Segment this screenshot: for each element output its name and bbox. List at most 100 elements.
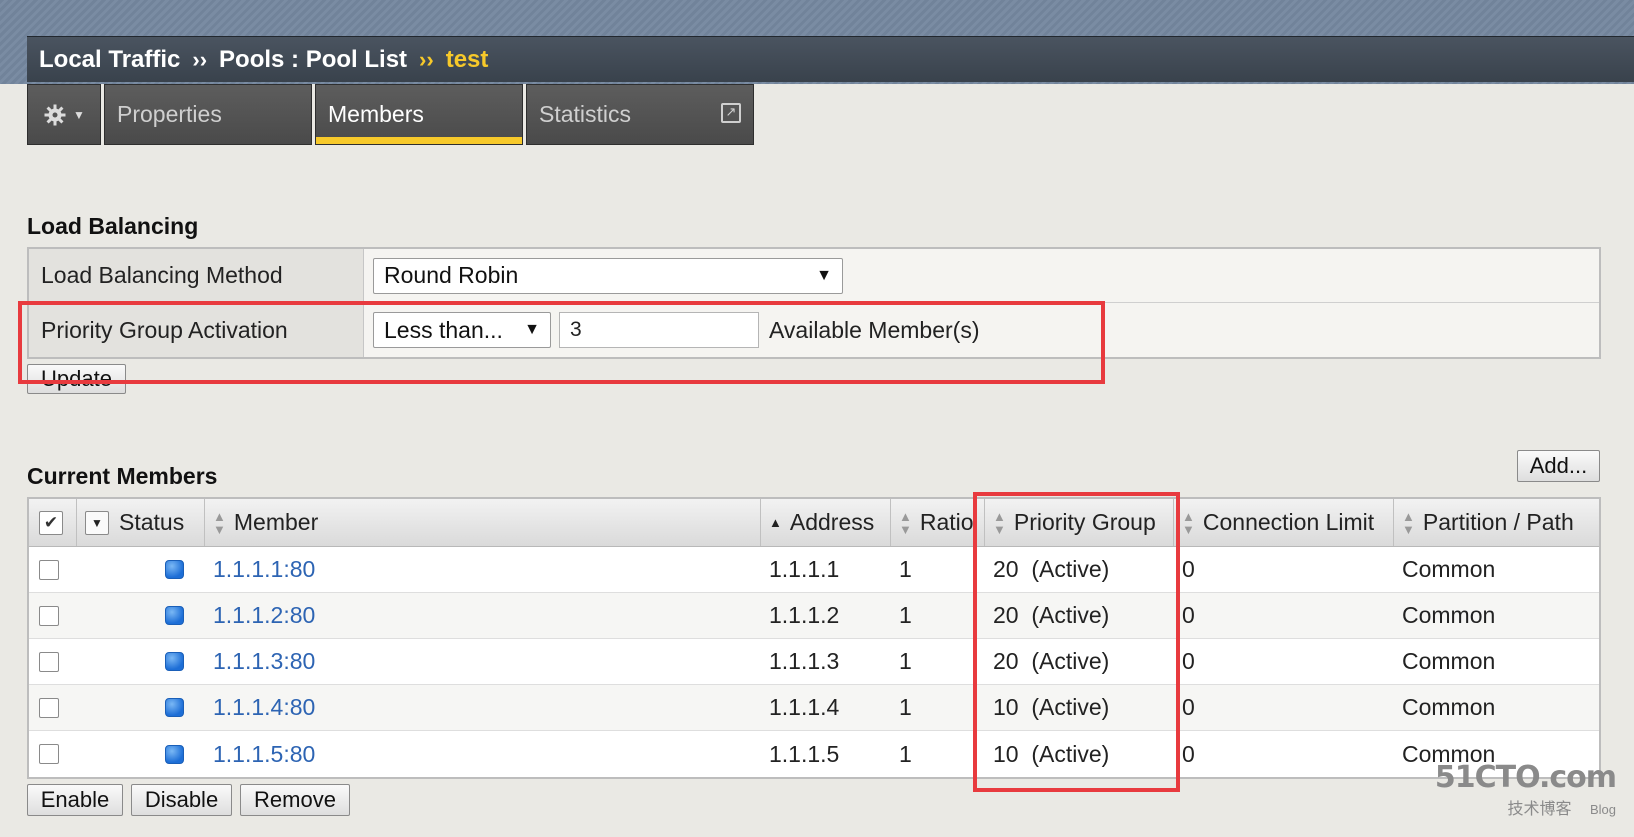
update-button[interactable]: Update [27, 364, 126, 394]
load-balancing-method-value: Round Robin [384, 262, 519, 288]
breadcrumb-local-traffic[interactable]: Local Traffic [39, 46, 180, 74]
add-member-button[interactable]: Add... [1517, 450, 1600, 482]
load-balancing-method-select[interactable]: Round Robin ▼ [373, 257, 843, 294]
row-checkbox[interactable] [39, 697, 59, 718]
watermark: 51CTO.com 技术博客 Blog [1434, 760, 1617, 819]
sort-ascending-icon: ▲ [769, 515, 782, 530]
load-balancing-method-label: Load Balancing Method [29, 249, 364, 302]
priority-group-count-input[interactable]: 3 [559, 312, 759, 348]
ratio-cell: 1 [899, 740, 912, 767]
priority-group-cell: 20 (Active) [993, 602, 1110, 628]
address-cell: 1.1.1.5 [769, 740, 840, 767]
member-link[interactable]: 1.1.1.1:80 [213, 556, 315, 583]
breadcrumb-pool-list[interactable]: Pools : Pool List [219, 46, 407, 74]
remove-button[interactable]: Remove [240, 784, 350, 816]
member-link[interactable]: 1.1.1.5:80 [213, 741, 315, 768]
disable-button[interactable]: Disable [131, 784, 232, 816]
status-filter-chevron-icon[interactable]: ▼ [85, 510, 109, 535]
status-available-icon [165, 560, 184, 579]
header-ratio[interactable]: ▲ ▼ Ratio [891, 499, 985, 546]
header-priority-group-label: Priority Group [1013, 509, 1156, 535]
status-available-icon [165, 606, 184, 625]
external-link-icon[interactable]: ↗ [721, 103, 741, 123]
header-address[interactable]: ▲ Address [761, 499, 891, 546]
tab-statistics[interactable]: Statistics ↗ [526, 84, 754, 145]
sort-icon: ▲ ▼ [993, 508, 1006, 537]
tab-bar: ▼ Properties Members Statistics ↗ [27, 84, 757, 146]
row-checkbox[interactable] [39, 651, 59, 672]
member-link[interactable]: 1.1.1.4:80 [213, 694, 315, 721]
member-link[interactable]: 1.1.1.2:80 [213, 602, 315, 629]
header-address-label: Address [789, 509, 875, 535]
address-cell: 1.1.1.3 [769, 648, 840, 674]
address-cell: 1.1.1.1 [769, 556, 840, 582]
priority-group-cell: 10 (Active) [993, 740, 1110, 767]
tab-members[interactable]: Members [315, 84, 523, 145]
dropdown-arrow-icon: ▼ [524, 321, 540, 338]
header-member[interactable]: ▲ ▼ Member [205, 499, 761, 546]
table-row: 1.1.1.5:80 1.1.1.5 1 10 (Active) 0 Commo… [29, 731, 1599, 777]
partition-cell: Common [1402, 556, 1496, 582]
partition-cell: Common [1402, 694, 1496, 720]
tab-gear-menu[interactable]: ▼ [27, 84, 101, 145]
header-status[interactable]: ▼ Status [77, 499, 205, 546]
ratio-cell: 1 [899, 648, 912, 674]
priority-group-cell: 20 (Active) [993, 556, 1110, 582]
priority-group-mode-select[interactable]: Less than... ▼ [373, 312, 551, 348]
row-checkbox[interactable] [39, 559, 59, 580]
gear-icon [44, 104, 66, 125]
breadcrumb-current: test [445, 45, 489, 73]
table-row: 1.1.1.3:80 1.1.1.3 1 20 (Active) 0 Commo… [29, 639, 1599, 685]
load-balancing-method-row: Load Balancing Method Round Robin ▼ [29, 249, 1599, 303]
connection-limit-cell: 0 [1182, 648, 1195, 674]
connection-limit-cell: 0 [1182, 740, 1195, 767]
header-ratio-label: Ratio [919, 509, 974, 535]
address-cell: 1.1.1.2 [769, 602, 840, 628]
sort-icon: ▲ ▼ [1182, 508, 1195, 537]
current-members-title: Current Members [27, 463, 218, 489]
header-select-all: ✔ [29, 499, 77, 546]
connection-limit-cell: 0 [1182, 694, 1195, 720]
watermark-sub: 技术博客 [1507, 801, 1572, 818]
priority-group-cell: 20 (Active) [993, 648, 1110, 674]
table-row: 1.1.1.4:80 1.1.1.4 1 10 (Active) 0 Commo… [29, 685, 1599, 731]
row-checkbox[interactable] [39, 605, 59, 626]
available-members-label: Available Member(s) [769, 316, 980, 343]
header-partition-path-label: Partition / Path [1422, 509, 1574, 535]
status-available-icon [165, 652, 184, 671]
load-balancing-table: Load Balancing Method Round Robin ▼ Prio… [27, 247, 1601, 359]
priority-group-mode-value: Less than... [384, 316, 503, 343]
row-checkbox[interactable] [39, 744, 59, 764]
breadcrumb: Local Traffic ›› Pools : Pool List ›› te… [27, 36, 1634, 82]
tab-members-label: Members [328, 101, 424, 127]
tab-properties[interactable]: Properties [104, 84, 312, 145]
header-connection-limit-label: Connection Limit [1202, 509, 1375, 535]
member-link[interactable]: 1.1.1.3:80 [213, 648, 315, 675]
select-all-checkbox[interactable]: ✔ [39, 510, 63, 535]
header-partition-path[interactable]: ▲ ▼ Partition / Path [1394, 499, 1599, 546]
partition-cell: Common [1402, 648, 1496, 674]
header-connection-limit[interactable]: ▲ ▼ Connection Limit [1174, 499, 1394, 546]
members-table: ✔ ▼ Status ▲ ▼ Member ▲ Address ▲ ▼ Ratio … [27, 497, 1601, 779]
sort-icon: ▲ ▼ [1402, 508, 1415, 537]
status-available-icon [165, 744, 184, 764]
priority-group-activation-row: Priority Group Activation Less than... ▼… [29, 303, 1599, 357]
header-member-label: Member [233, 509, 319, 535]
status-available-icon [165, 698, 184, 717]
priority-group-cell: 10 (Active) [993, 694, 1110, 720]
table-row: 1.1.1.2:80 1.1.1.2 1 20 (Active) 0 Commo… [29, 593, 1599, 639]
sort-icon: ▲ ▼ [899, 508, 912, 537]
header-priority-group[interactable]: ▲ ▼ Priority Group [985, 499, 1174, 546]
load-balancing-title: Load Balancing [27, 213, 199, 239]
members-table-header: ✔ ▼ Status ▲ ▼ Member ▲ Address ▲ ▼ Ratio … [29, 499, 1599, 547]
watermark-brand: 51CTO.com [1434, 760, 1617, 795]
ratio-cell: 1 [899, 556, 912, 582]
connection-limit-cell: 0 [1182, 602, 1195, 628]
connection-limit-cell: 0 [1182, 556, 1195, 582]
breadcrumb-separator: ›› [192, 46, 208, 72]
tab-properties-label: Properties [117, 101, 222, 127]
sort-icon: ▲ ▼ [213, 508, 226, 537]
ratio-cell: 1 [899, 694, 912, 720]
priority-group-activation-label: Priority Group Activation [29, 303, 364, 357]
enable-button[interactable]: Enable [27, 784, 123, 816]
